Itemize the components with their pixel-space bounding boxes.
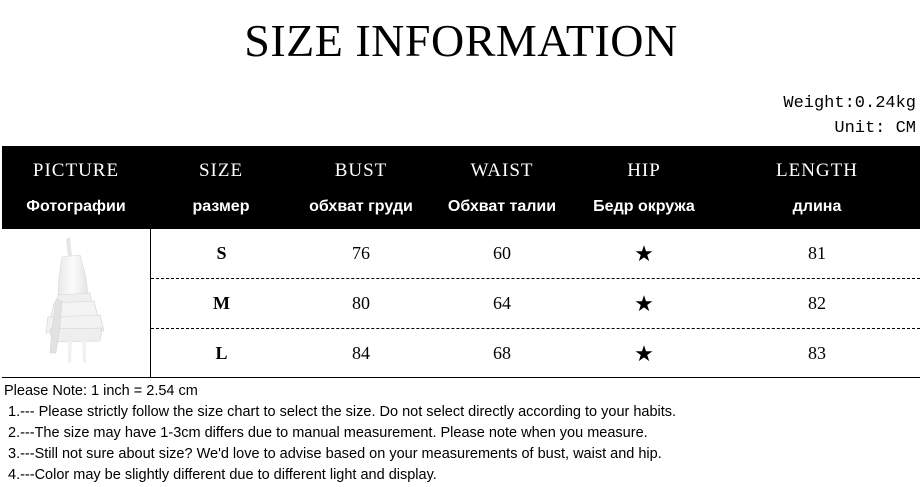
note-item: 3.---Still not sure about size? We'd lov… (8, 446, 662, 462)
page-title: SIZE INFORMATION (244, 15, 678, 66)
length-cell: 81 (808, 243, 826, 263)
note-item: 4.---Color may be slightly different due… (8, 467, 437, 483)
header-waist: WAIST Обхват талии (430, 146, 574, 229)
header-ru: длина (792, 198, 842, 215)
size-cell: L (215, 343, 228, 363)
size-rows: S 76 60 ★ 81 M 80 64 ★ 82 L 84 68 ★ 83 (151, 229, 920, 378)
bust-cell: 80 (352, 293, 370, 313)
header-ru: Фотографии (26, 198, 126, 215)
hip-star-icon: ★ (634, 240, 654, 266)
header-ru: обхват груди (309, 198, 413, 215)
header-ru: размер (192, 198, 250, 215)
length-cell: 83 (808, 343, 826, 363)
waist-cell: 64 (493, 293, 511, 313)
waist-cell: 68 (493, 343, 511, 363)
size-cell: M (213, 293, 230, 313)
header-length: LENGTH длина (714, 146, 920, 229)
size-notes: Please Note: 1 inch = 2.54 cm 1.--- Plea… (4, 381, 676, 486)
bust-cell: 76 (352, 243, 370, 263)
product-picture (2, 229, 151, 377)
weight-label: Weight:0.24kg (783, 94, 916, 113)
header-en: LENGTH (776, 160, 858, 181)
note-item: 2.---The size may have 1-3cm differs due… (8, 425, 648, 441)
hip-star-icon: ★ (634, 340, 654, 366)
table-body: S 76 60 ★ 81 M 80 64 ★ 82 L 84 68 ★ 83 (2, 229, 920, 378)
note-item: 1.--- Please strictly follow the size ch… (8, 404, 677, 420)
table-row: L 84 68 ★ 83 (151, 329, 920, 378)
length-cell: 82 (808, 293, 826, 313)
header-en: WAIST (470, 160, 534, 181)
waist-cell: 60 (493, 243, 511, 263)
table-row: M 80 64 ★ 82 (151, 279, 920, 329)
size-cell: S (216, 243, 227, 263)
unit-label: Unit: CM (834, 119, 916, 138)
dress-image (45, 237, 105, 363)
header-size: SIZE размер (150, 146, 292, 229)
header-hip: HIP Бедр окружа (574, 146, 714, 229)
header-en: HIP (627, 160, 661, 181)
header-ru: Бедр окружа (593, 198, 695, 215)
size-chart-table: PICTURE Фотографии SIZE размер BUST обхв… (2, 146, 920, 378)
note-intro: Please Note: 1 inch = 2.54 cm (4, 383, 198, 399)
header-bust: BUST обхват груди (292, 146, 430, 229)
header-en: PICTURE (32, 160, 120, 181)
header-en: BUST (334, 160, 388, 181)
table-row: S 76 60 ★ 81 (151, 229, 920, 279)
header-ru: Обхват талии (447, 198, 557, 215)
header-en: SIZE (198, 160, 244, 181)
table-header: PICTURE Фотографии SIZE размер BUST обхв… (2, 146, 920, 229)
header-picture: PICTURE Фотографии (2, 146, 150, 229)
bust-cell: 84 (352, 343, 370, 363)
hip-star-icon: ★ (634, 290, 654, 316)
